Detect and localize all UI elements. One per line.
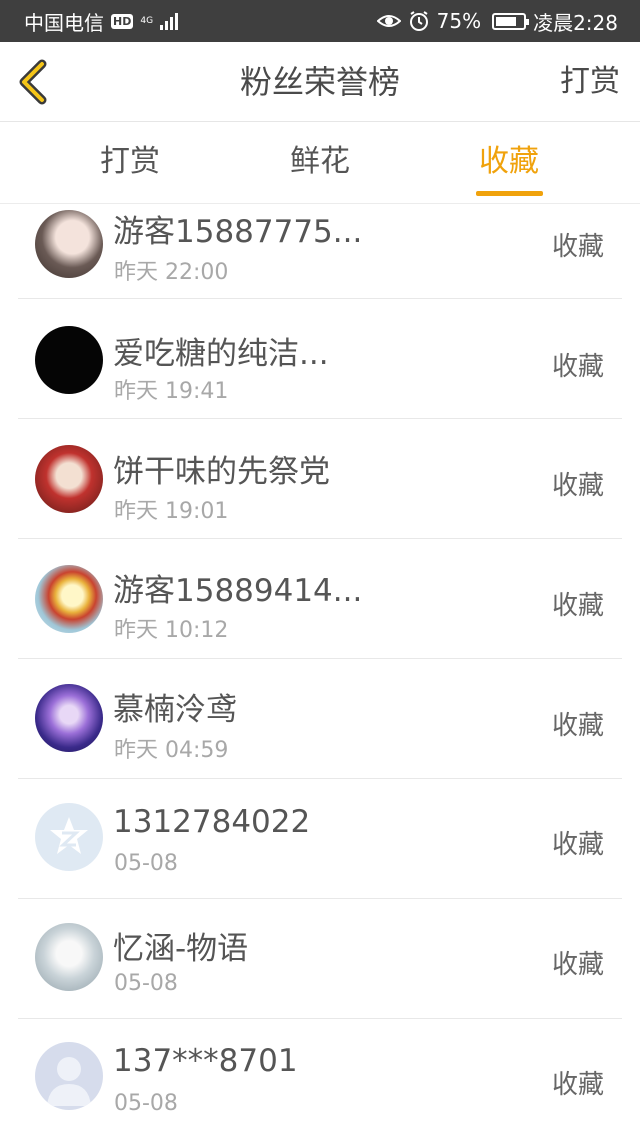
purple-anime-avatar bbox=[35, 684, 103, 752]
fan-name: 137***8701 bbox=[113, 1043, 298, 1079]
status-bar: 中国电信 HD 4G 75% 凌晨2:28 bbox=[0, 0, 640, 42]
eye-icon bbox=[376, 15, 401, 27]
cartoon-duck-avatar bbox=[35, 565, 103, 633]
fan-name: 忆涵-物语 bbox=[113, 931, 249, 967]
default-user-avatar bbox=[35, 1042, 103, 1110]
carrier-label: 中国电信 bbox=[24, 10, 104, 35]
anime-girl-avatar bbox=[35, 210, 103, 278]
black-avatar bbox=[35, 326, 103, 394]
fan-time: 05-08 bbox=[114, 851, 178, 876]
favorite-label: 收藏 bbox=[551, 591, 604, 621]
user-silhouette-icon bbox=[47, 1057, 91, 1106]
tab-bar: 打赏 鲜花 收藏 bbox=[0, 122, 640, 204]
list-item[interactable]: 137***8701 05-08 收藏 bbox=[18, 1020, 622, 1138]
fan-name: 1312784022 bbox=[113, 804, 311, 840]
status-left: 中国电信 HD 4G bbox=[24, 7, 179, 36]
fan-name: 游客15887775... bbox=[113, 214, 363, 250]
fan-time: 昨天 19:41 bbox=[114, 379, 229, 404]
favorite-label: 收藏 bbox=[551, 352, 604, 382]
qq-logo-avatar bbox=[35, 803, 103, 871]
favorite-label: 收藏 bbox=[551, 711, 604, 741]
list-item[interactable]: 爱吃糖的纯洁... 昨天 19:41 收藏 bbox=[18, 300, 622, 419]
network-type-label: 4G bbox=[140, 15, 154, 26]
list-item[interactable]: 游客15887775... 昨天 22:00 收藏 bbox=[18, 204, 622, 299]
fan-time: 05-08 bbox=[114, 1091, 178, 1116]
fan-list[interactable]: 游客15887775... 昨天 22:00 收藏 爱吃糖的纯洁... 昨天 1… bbox=[0, 204, 640, 1138]
fan-name: 爱吃糖的纯洁... bbox=[113, 336, 329, 372]
fan-time: 昨天 19:01 bbox=[114, 499, 229, 524]
fan-name: 慕楠泠鸢 bbox=[113, 692, 237, 728]
signal-icon bbox=[160, 12, 179, 30]
list-item[interactable]: 饼干味的先祭党 昨天 19:01 收藏 bbox=[18, 420, 622, 539]
alarm-icon bbox=[409, 11, 428, 31]
status-right: 75% 凌晨2:28 bbox=[376, 7, 618, 36]
tab-flowers[interactable]: 鲜花 bbox=[260, 122, 380, 204]
fan-name: 饼干味的先祭党 bbox=[113, 454, 330, 490]
fan-time: 昨天 04:59 bbox=[114, 738, 229, 763]
favorite-label: 收藏 bbox=[551, 232, 604, 262]
qq-logo-icon bbox=[50, 817, 88, 854]
fan-name: 游客15889414... bbox=[113, 573, 363, 609]
active-tab-indicator bbox=[476, 191, 543, 196]
favorite-label: 收藏 bbox=[551, 950, 604, 980]
tab-tip[interactable]: 打赏 bbox=[70, 122, 190, 204]
pale-anime-avatar bbox=[35, 923, 103, 991]
list-item[interactable]: 游客15889414... 昨天 10:12 收藏 bbox=[18, 540, 622, 659]
list-item[interactable]: 1312784022 05-08 收藏 bbox=[18, 780, 622, 899]
battery-level-fill bbox=[496, 16, 517, 26]
favorite-label: 收藏 bbox=[551, 1070, 604, 1100]
list-item[interactable]: 慕楠泠鸢 昨天 04:59 收藏 bbox=[18, 660, 622, 779]
battery-icon bbox=[492, 12, 530, 30]
favorite-label: 收藏 bbox=[551, 471, 604, 501]
app-header: 粉丝荣誉榜 打赏 bbox=[0, 42, 640, 122]
fan-time: 昨天 22:00 bbox=[114, 260, 229, 285]
battery-percent-label: 75% bbox=[436, 9, 482, 33]
fan-time: 05-08 bbox=[114, 971, 178, 996]
hd-badge: HD bbox=[111, 13, 134, 29]
list-item[interactable]: 忆涵-物语 05-08 收藏 bbox=[18, 900, 622, 1019]
clock-label: 凌晨2:28 bbox=[533, 10, 618, 35]
red-anime-avatar bbox=[35, 445, 103, 513]
fan-time: 昨天 10:12 bbox=[114, 618, 229, 643]
tip-button[interactable]: 打赏 bbox=[560, 42, 620, 122]
page-title: 粉丝荣誉榜 bbox=[239, 63, 400, 101]
favorite-label: 收藏 bbox=[551, 830, 604, 860]
